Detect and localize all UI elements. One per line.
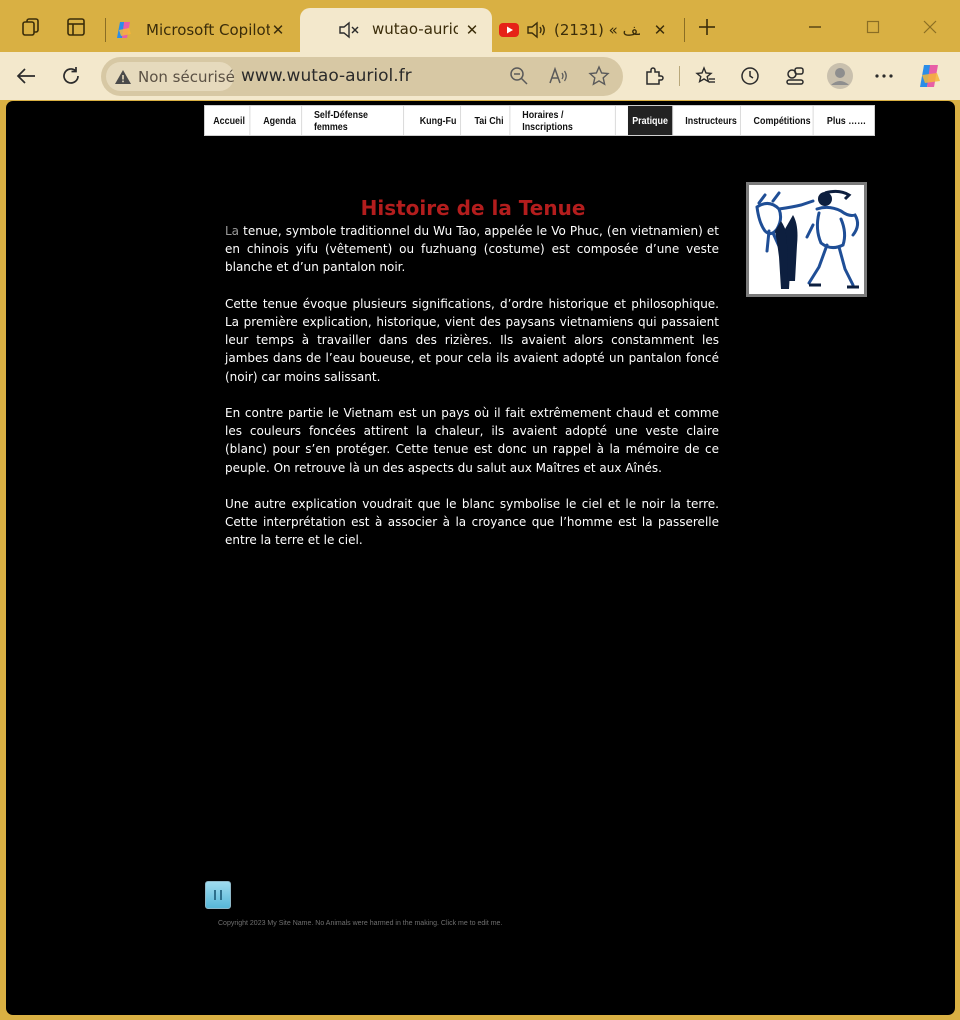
favorite-star-icon[interactable] — [587, 64, 611, 88]
favorites-icon[interactable] — [690, 60, 722, 92]
close-window-icon[interactable] — [915, 12, 945, 42]
address-bar[interactable]: Non sécurisé www.wutao-auriol.fr — [101, 57, 623, 96]
security-label: Non sécurisé — [138, 67, 235, 86]
nav-pratique[interactable]: Pratique — [627, 106, 674, 135]
nav-competitions[interactable]: Compétitions — [751, 106, 814, 135]
nav-accueil[interactable]: Accueil — [209, 106, 251, 135]
intro-paragraph: La tenue, symbole traditionnel du Wu Tao… — [225, 222, 719, 277]
workspaces-icon[interactable] — [18, 14, 44, 40]
extensions-icon[interactable] — [638, 60, 670, 92]
youtube-icon — [498, 20, 519, 40]
site-footer[interactable]: Copyright 2023 My Site Name. No Animals … — [218, 920, 502, 927]
tab-title: Microsoft Copilot — [146, 21, 270, 39]
music-pause-button[interactable] — [205, 881, 231, 909]
paragraph: Une autre explication voudrait que le bl… — [225, 497, 719, 548]
tab-actions-icon[interactable] — [63, 14, 89, 40]
intro-text: tenue, symbole traditionnel du Wu Tao, a… — [225, 224, 719, 275]
close-tab-icon[interactable]: ✕ — [268, 20, 288, 40]
nav-self-defense[interactable]: Self-Défense femmes — [314, 106, 405, 135]
collections-icon[interactable] — [779, 60, 811, 92]
martial-arts-drawing — [746, 182, 867, 297]
new-tab-icon[interactable] — [694, 14, 720, 40]
nav-agenda[interactable]: Agenda — [258, 106, 303, 135]
browser-tabstrip: Microsoft Copilot ✕ wutao-auriol ✕ يُوسُ… — [0, 0, 960, 52]
article-body: La tenue, symbole traditionnel du Wu Tao… — [225, 222, 719, 568]
history-icon[interactable] — [734, 60, 766, 92]
refresh-icon[interactable] — [55, 60, 87, 92]
nav-plus[interactable]: Plus …… — [823, 106, 870, 135]
read-aloud-icon[interactable] — [547, 64, 571, 88]
minimize-icon[interactable] — [800, 12, 830, 42]
close-tab-icon[interactable]: ✕ — [650, 20, 670, 40]
nav-instructeurs[interactable]: Instructeurs — [682, 106, 741, 135]
close-tab-icon[interactable]: ✕ — [462, 20, 482, 40]
paragraph: En contre partie le Vietnam est un pays … — [225, 406, 719, 475]
page-title: Histoire de la Tenue — [360, 196, 586, 220]
zoom-icon[interactable] — [507, 64, 531, 88]
maximize-icon[interactable] — [858, 12, 888, 42]
warning-icon — [114, 68, 132, 86]
copilot-icon — [114, 20, 134, 40]
tab-wutao-auriol[interactable]: wutao-auriol ✕ — [300, 8, 492, 52]
muted-speaker-icon[interactable] — [338, 20, 359, 40]
more-options-icon[interactable] — [868, 60, 900, 92]
profile-avatar[interactable] — [824, 60, 856, 92]
paragraph: Cette tenue évoque plusieurs significati… — [225, 296, 719, 384]
back-icon[interactable] — [10, 60, 42, 92]
tab-microsoft-copilot[interactable]: Microsoft Copilot ✕ — [114, 8, 298, 52]
copilot-sidebar-icon[interactable] — [914, 60, 946, 92]
site-nav: Accueil Agenda Self-Défense femmes Kung-… — [204, 105, 875, 136]
url-text[interactable]: www.wutao-auriol.fr — [241, 66, 412, 86]
tab-title: يُوسُف » (2131) — [554, 21, 640, 39]
nav-kung-fu[interactable]: Kung-Fu — [416, 106, 462, 135]
pause-icon — [214, 890, 216, 900]
security-indicator[interactable]: Non sécurisé — [106, 62, 235, 91]
nav-tai-chi[interactable]: Tai Chi — [469, 106, 511, 135]
audio-playing-icon[interactable] — [526, 20, 546, 40]
nav-horaires[interactable]: Horaires / Inscriptions — [522, 106, 616, 135]
intro-lead: La — [225, 224, 240, 238]
browser-toolbar: Non sécurisé www.wutao-auriol.fr — [0, 52, 960, 100]
tab-title: wutao-auriol — [372, 20, 458, 38]
page-viewport: Accueil Agenda Self-Défense femmes Kung-… — [6, 101, 955, 1015]
tab-youtube[interactable]: يُوسُف » (2131) ✕ — [498, 8, 680, 52]
